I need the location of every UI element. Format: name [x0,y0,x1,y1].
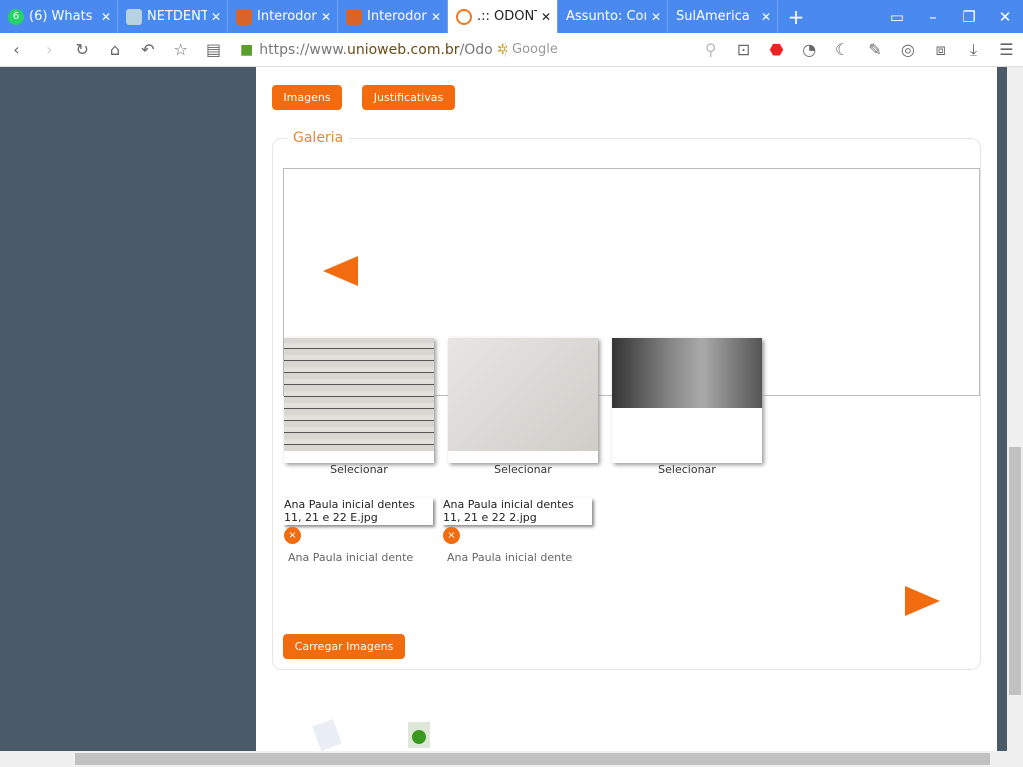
url-domain: unioweb.com.br [346,41,460,58]
document-scan-image [284,338,434,451]
tab-label: SulAmerica [676,9,750,24]
justifications-button[interactable]: Justificativas [362,85,455,110]
whatsapp-icon: 6 [8,8,24,25]
odonto-icon [456,8,472,25]
tab-whatsapp[interactable]: 6 (6) Whats ✕ [0,0,118,33]
file-caption: Ana Paula inicial dentes 11 [447,551,573,564]
home-icon[interactable]: ⌂ [99,40,132,59]
download-icon[interactable]: ⤓ [957,40,990,60]
restore-icon[interactable]: ❐ [951,8,987,26]
images-button[interactable]: Imagens [272,85,342,110]
tab-label: Assunto: Coı [566,9,647,24]
close-window-icon[interactable]: ✕ [987,8,1023,26]
tab-label: NETDENT [147,9,207,24]
close-tab-icon[interactable]: ✕ [211,10,221,24]
select-label[interactable]: Selecionar [612,463,762,476]
search-input[interactable]: Google [505,42,694,57]
screenshot-icon[interactable]: ⧈ [924,40,957,60]
search-icon[interactable]: ⚲ [694,40,727,59]
adblock-icon[interactable]: ⬣ [760,40,793,59]
tab-interodonto-1[interactable]: Interodor ✕ [228,0,338,33]
scrollbar-thumb[interactable] [75,753,990,765]
tab-label: (6) Whats [29,9,93,24]
previous-arrow-icon[interactable] [323,256,358,286]
star-icon[interactable]: ☆ [164,40,197,59]
interodonto-icon [236,8,252,25]
close-tab-icon[interactable]: ✕ [321,10,331,24]
tab-interodonto-2[interactable]: Interodor ✕ [338,0,448,33]
delete-file-icon[interactable]: × [284,527,301,544]
interodonto-icon [346,8,362,25]
file-caption: Ana Paula inicial dentes 11 [288,551,414,564]
delete-file-icon[interactable]: × [443,527,460,544]
lock-icon: ■ [240,41,254,58]
url-path: /Odo [459,41,493,58]
undo-icon[interactable]: ↶ [131,40,164,59]
nav-bar: ‹ › ↻ ⌂ ↶ ☆ ▤ ■ https://www. unioweb.com.… [0,33,1023,67]
notepad-icon[interactable] [312,719,342,751]
tab-label: .:: ODONT [477,9,537,24]
back-icon[interactable]: ‹ [0,40,33,59]
document-scan-image [448,338,598,451]
sync-icon[interactable]: ◔ [793,40,826,59]
left-sidebar [0,67,256,751]
reader-icon[interactable]: ▤ [197,40,230,59]
history-icon[interactable]: ◎ [891,40,924,59]
tab-label: Interodor [257,9,317,24]
file-name: Ana Paula inicial dentes 11, 21 e 22 2.j… [442,498,592,525]
tab-label: Interodor [367,9,427,24]
toolbox-icon[interactable]: ⊡ [727,40,760,59]
thumbnail-3[interactable] [612,338,762,463]
next-arrow-icon[interactable] [905,586,940,616]
upload-images-button[interactable]: Carregar Imagens [283,634,405,659]
minimize-icon[interactable]: – [915,8,951,26]
tab-netdent[interactable]: NETDENT ✕ [118,0,228,33]
close-tab-icon[interactable]: ✕ [101,10,111,24]
right-gutter [997,67,1007,751]
vertical-scrollbar[interactable] [1007,67,1023,751]
reload-icon[interactable]: ↻ [66,40,99,59]
url-prefix: https://www. [259,41,347,58]
close-tab-icon[interactable]: ✕ [431,10,441,24]
close-tab-icon[interactable]: ✕ [651,10,661,24]
tab-odonto[interactable]: .:: ODONT ✕ [448,0,558,33]
approve-check-icon[interactable] [408,722,430,748]
tools-icon[interactable]: ✎ [859,40,892,59]
night-mode-icon[interactable]: ☾ [826,40,859,59]
menu-icon[interactable]: ☰ [990,40,1023,59]
thumbnail-2[interactable] [448,338,598,463]
new-tab-button[interactable]: + [778,5,814,29]
page-icon [126,8,142,25]
sidebar-toggle-icon[interactable]: ▭ [879,8,915,26]
gallery-title: Galeria [293,130,344,146]
tab-bar: 6 (6) Whats ✕ NETDENT ✕ Interodor ✕ Interodo… [0,0,1023,33]
thumbnail-1[interactable] [284,338,434,463]
page-content: Imagens Justificativas Galeria Seleciona… [256,67,997,751]
select-label[interactable]: Selecionar [284,463,434,476]
scrollbar-thumb[interactable] [1009,447,1021,695]
tab-assunto[interactable]: Assunto: Coı ✕ [558,0,668,33]
tab-sulamerica[interactable]: SulAmerica ✕ [668,0,778,33]
xray-image [612,338,762,408]
file-name: Ana Paula inicial dentes 11, 21 e 22 E.j… [283,498,433,525]
select-label[interactable]: Selecionar [448,463,598,476]
forward-icon[interactable]: › [33,40,66,59]
close-tab-icon[interactable]: ✕ [761,10,771,24]
address-bar[interactable]: ■ https://www. unioweb.com.br/Odo ✲ [240,41,508,58]
horizontal-scrollbar[interactable] [0,751,1023,767]
close-tab-icon[interactable]: ✕ [541,10,551,24]
